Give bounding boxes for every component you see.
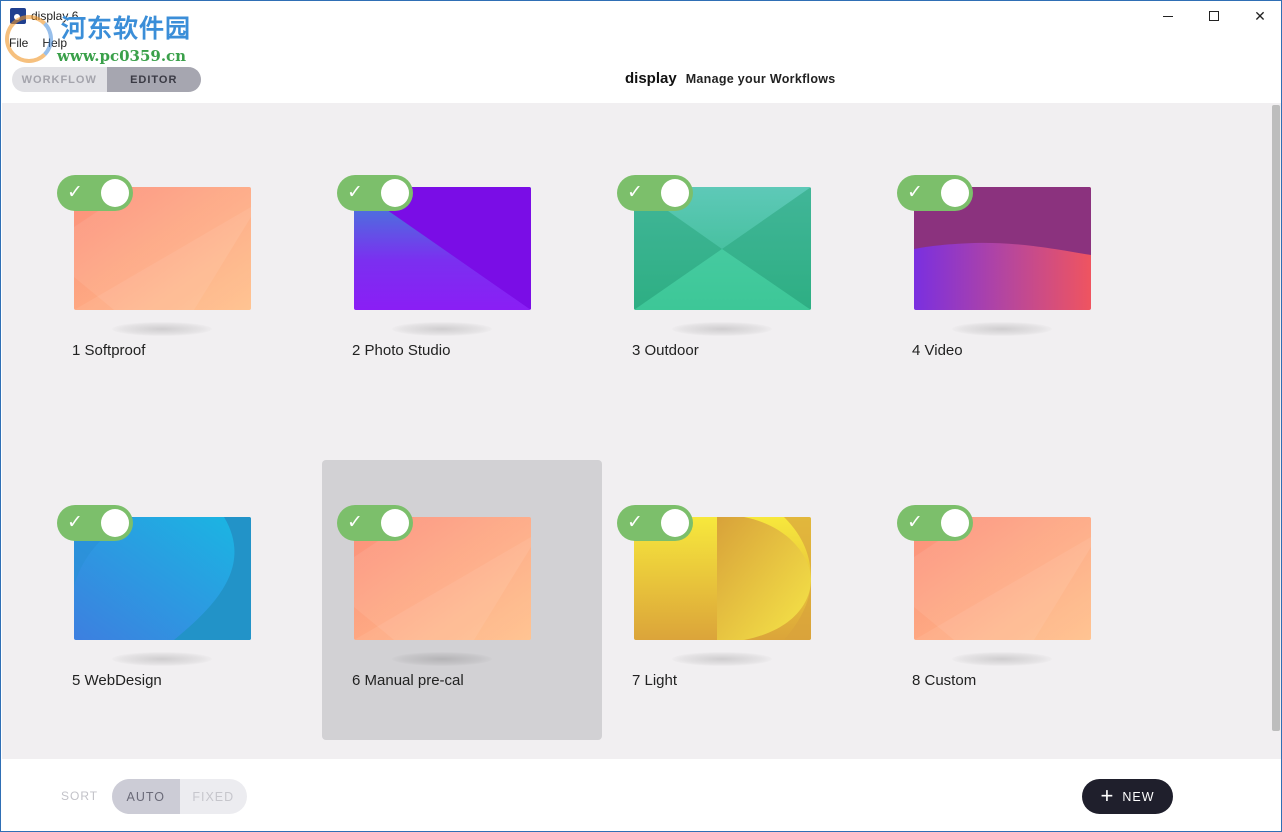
app-window: display 6 ✕ File Help 河东软件园 www.pc0359.c… bbox=[0, 0, 1282, 832]
page-subtitle: Manage your Workflows bbox=[685, 72, 836, 86]
toggle-knob bbox=[661, 509, 689, 537]
workflow-label: 1 Softproof bbox=[72, 342, 146, 359]
check-icon: ✓ bbox=[67, 181, 83, 203]
check-icon: ✓ bbox=[347, 181, 363, 203]
workflow-card[interactable]: ✓ 5 WebDesign bbox=[22, 460, 302, 740]
workflow-card[interactable]: ✓ 7 Light bbox=[582, 460, 862, 740]
close-icon: ✕ bbox=[1254, 7, 1266, 24]
workflow-label: 7 Light bbox=[632, 672, 678, 689]
check-icon: ✓ bbox=[907, 511, 923, 533]
workflow-card[interactable]: ✓ 8 Custom bbox=[862, 460, 1142, 740]
workflow-label: 3 Outdoor bbox=[632, 342, 699, 359]
page-title: display Manage your Workflows bbox=[625, 70, 836, 87]
thumbnail-shadow bbox=[112, 322, 212, 336]
thumbnail-shadow bbox=[952, 652, 1052, 666]
workflow-label: 6 Manual pre-cal bbox=[352, 672, 464, 689]
workflow-card[interactable]: ✓ 1 Softproof bbox=[22, 130, 302, 410]
sort-toggle: AUTO FIXED bbox=[112, 779, 247, 814]
check-icon: ✓ bbox=[347, 511, 363, 533]
brand-name: display bbox=[625, 70, 677, 87]
toggle-knob bbox=[381, 179, 409, 207]
window-title: display 6 bbox=[31, 9, 79, 23]
maximize-icon bbox=[1209, 11, 1219, 21]
sort-label: SORT bbox=[61, 789, 99, 803]
title-bar: display 6 ✕ bbox=[1, 1, 1281, 33]
check-icon: ✓ bbox=[67, 511, 83, 533]
workflow-enable-toggle[interactable]: ✓ bbox=[897, 505, 973, 541]
mode-toggle: WORKFLOW EDITOR bbox=[12, 67, 201, 92]
toggle-knob bbox=[941, 509, 969, 537]
toggle-knob bbox=[101, 179, 129, 207]
thumbnail-shadow bbox=[392, 322, 492, 336]
workflow-card-selected[interactable]: ✓ 6 Manual pre-cal bbox=[322, 460, 602, 740]
thumbnail-shadow bbox=[672, 652, 772, 666]
workflow-enable-toggle[interactable]: ✓ bbox=[617, 505, 693, 541]
check-icon: ✓ bbox=[627, 181, 643, 203]
workflow-enable-toggle[interactable]: ✓ bbox=[897, 175, 973, 211]
workflow-card[interactable]: ✓ 2 Photo Studio bbox=[302, 130, 582, 410]
workflow-card[interactable]: ✓ 4 Video bbox=[862, 130, 1142, 410]
workflow-enable-toggle[interactable]: ✓ bbox=[57, 505, 133, 541]
toggle-knob bbox=[941, 179, 969, 207]
toggle-knob bbox=[101, 509, 129, 537]
sort-auto-option[interactable]: AUTO bbox=[112, 779, 180, 814]
footer: SORT AUTO FIXED + NEW bbox=[2, 759, 1281, 831]
thumbnail-shadow bbox=[952, 322, 1052, 336]
plus-icon: + bbox=[1100, 782, 1115, 808]
workflow-label: 5 WebDesign bbox=[72, 672, 162, 689]
close-button[interactable]: ✕ bbox=[1237, 1, 1281, 31]
mode-workflow-tab[interactable]: WORKFLOW bbox=[12, 67, 107, 92]
check-icon: ✓ bbox=[907, 181, 923, 203]
minimize-button[interactable] bbox=[1145, 1, 1191, 31]
sort-fixed-option[interactable]: FIXED bbox=[180, 779, 248, 814]
toggle-knob bbox=[661, 179, 689, 207]
app-logo-icon bbox=[10, 8, 26, 24]
workflow-enable-toggle[interactable]: ✓ bbox=[57, 175, 133, 211]
new-button-label: NEW bbox=[1122, 789, 1155, 804]
vertical-scrollbar[interactable] bbox=[1272, 105, 1280, 731]
new-workflow-button[interactable]: + NEW bbox=[1082, 779, 1173, 814]
mode-editor-tab[interactable]: EDITOR bbox=[106, 67, 201, 92]
maximize-button[interactable] bbox=[1191, 1, 1237, 31]
workflow-card[interactable]: ✓ 3 Outdoor bbox=[582, 130, 862, 410]
check-icon: ✓ bbox=[627, 511, 643, 533]
thumbnail-shadow bbox=[672, 322, 772, 336]
workflow-label: 4 Video bbox=[912, 342, 963, 359]
minimize-icon bbox=[1163, 15, 1173, 17]
menu-file[interactable]: File bbox=[9, 36, 28, 50]
workflow-enable-toggle[interactable]: ✓ bbox=[617, 175, 693, 211]
workflow-enable-toggle[interactable]: ✓ bbox=[337, 505, 413, 541]
workflow-enable-toggle[interactable]: ✓ bbox=[337, 175, 413, 211]
workflow-label: 2 Photo Studio bbox=[352, 342, 451, 359]
header: WORKFLOW EDITOR display Manage your Work… bbox=[1, 53, 1281, 103]
workflow-grid: ✓ 1 Softproof ✓ 2 Photo Studio ✓ 3 Outdo… bbox=[2, 103, 1281, 759]
thumbnail-shadow bbox=[392, 652, 492, 666]
menu-bar: File Help bbox=[9, 36, 67, 50]
thumbnail-shadow bbox=[112, 652, 212, 666]
workflow-label: 8 Custom bbox=[912, 672, 977, 689]
toggle-knob bbox=[381, 509, 409, 537]
menu-help[interactable]: Help bbox=[42, 36, 67, 50]
